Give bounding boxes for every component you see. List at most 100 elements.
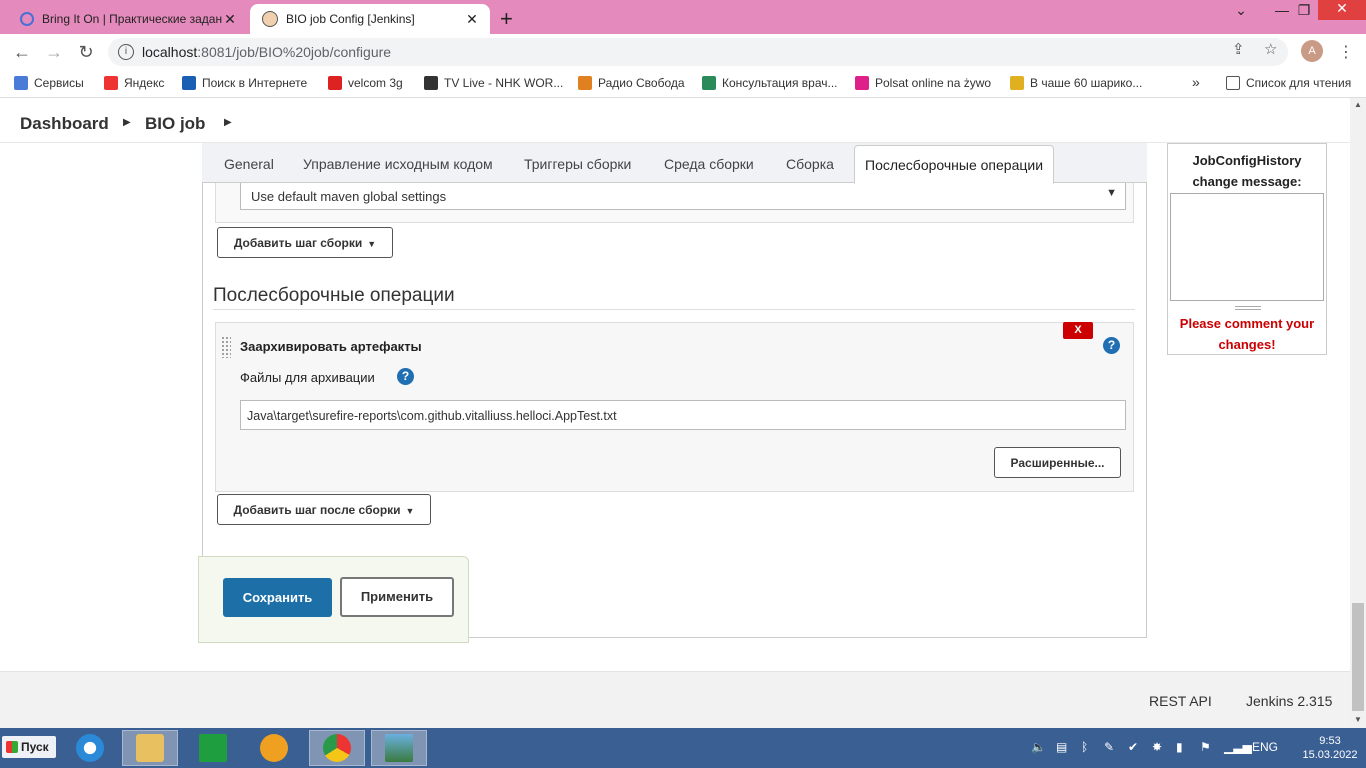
- page-footer: [0, 671, 1350, 728]
- tray-check-icon[interactable]: ✔: [1128, 740, 1138, 754]
- bluetooth-icon[interactable]: ᛒ: [1081, 740, 1088, 754]
- delete-step-button[interactable]: X: [1063, 322, 1093, 339]
- browser-tab-jenkins[interactable]: BIO job Config [Jenkins] ✕: [250, 4, 490, 34]
- add-build-step-button[interactable]: Добавить шаг сборки ▼: [217, 227, 393, 258]
- back-arrow-icon[interactable]: ←: [10, 40, 34, 64]
- bookmark-services[interactable]: Сервисы: [14, 76, 84, 90]
- bookmark-v-chashe[interactable]: В чаше 60 шарико...: [1010, 76, 1142, 90]
- resize-grip-icon[interactable]: [1235, 306, 1261, 310]
- tab-close-icon[interactable]: ✕: [222, 11, 238, 28]
- apply-button[interactable]: Применить: [340, 577, 454, 617]
- url-text: localhost:8081/job/BIO%20job/configure: [142, 44, 392, 60]
- bookmark-search[interactable]: Поиск в Интернете: [182, 76, 307, 90]
- tab-general[interactable]: General: [224, 156, 274, 172]
- bookmark-polsat[interactable]: Polsat online na żywo: [855, 76, 991, 90]
- reading-list[interactable]: Список для чтения: [1226, 76, 1351, 90]
- tab-close-icon[interactable]: ✕: [464, 11, 480, 28]
- help-icon[interactable]: ?: [397, 368, 414, 385]
- scroll-thumb[interactable]: [1352, 603, 1364, 711]
- bookmark-nhk[interactable]: TV Live - NHK WOR...: [424, 76, 563, 90]
- polsat-icon: [855, 76, 869, 90]
- tab-build-triggers[interactable]: Триггеры сборки: [524, 156, 631, 172]
- scroll-up-icon[interactable]: ▲: [1352, 100, 1364, 109]
- bookmark-consultation[interactable]: Консультация врач...: [702, 76, 838, 90]
- signal-icon[interactable]: ▁▃▅: [1224, 740, 1252, 754]
- tray-security-icon[interactable]: ✸: [1152, 740, 1162, 754]
- advanced-button[interactable]: Расширенные...: [994, 447, 1121, 478]
- tray-flag-icon[interactable]: ⚑: [1200, 740, 1211, 754]
- start-label: Пуск: [21, 740, 49, 754]
- tab-post-build[interactable]: Послесборочные операции: [854, 145, 1055, 184]
- maven-global-settings-select[interactable]: Use default maven global settings ▼: [240, 183, 1126, 210]
- circle-favicon-icon: [20, 12, 34, 26]
- caret-down-icon: ▼: [405, 505, 415, 516]
- rest-api-link[interactable]: REST API: [1149, 693, 1212, 709]
- bookmarks-more-button[interactable]: »: [1192, 74, 1200, 90]
- warning-line: changes!: [1218, 337, 1276, 352]
- windows-flag-icon: [6, 741, 18, 753]
- clock-date: 15.03.2022: [1302, 749, 1358, 761]
- post-build-section-title: Послесборочные операции: [213, 285, 455, 306]
- browser-tab-bring-it-on[interactable]: Bring It On | Практические задания ✕: [8, 4, 248, 34]
- archive-step-title: Заархивировать артефакты: [240, 339, 422, 354]
- comment-warning: Please comment your changes!: [1167, 313, 1327, 355]
- tab-title: BIO job Config [Jenkins]: [286, 12, 415, 26]
- chevron-down-icon: ▼: [1106, 187, 1117, 199]
- bookmark-velcom[interactable]: velcom 3g: [328, 76, 403, 90]
- title-line: change message:: [1192, 174, 1302, 189]
- clock-time: 9:53: [1319, 735, 1341, 747]
- radio-icon: [578, 76, 592, 90]
- address-bar: ← → ↻ i localhost:8081/job/BIO%20job/con…: [0, 34, 1366, 70]
- button-label: Добавить шаг после сборки: [233, 503, 401, 517]
- menu-kebab-icon[interactable]: ⋮: [1338, 42, 1354, 62]
- drag-handle-icon[interactable]: [221, 336, 231, 358]
- profile-avatar[interactable]: A: [1301, 40, 1323, 62]
- tray-battery-icon[interactable]: ▮: [1176, 740, 1183, 754]
- breadcrumb-arrow-icon[interactable]: ▶: [224, 117, 232, 128]
- share-icon[interactable]: ⇪: [1232, 40, 1245, 58]
- jenkins-version-link[interactable]: Jenkins 2.315: [1246, 693, 1332, 709]
- huawei-icon: [328, 76, 342, 90]
- breadcrumb-dashboard[interactable]: Dashboard: [20, 114, 109, 134]
- photo-viewer-icon: [385, 734, 413, 762]
- tab-title: Bring It On | Практические задания: [42, 12, 222, 26]
- bookmark-yandex[interactable]: Яндекс: [104, 76, 164, 90]
- store-icon[interactable]: [199, 734, 227, 762]
- key-icon: [1010, 76, 1024, 90]
- volume-icon[interactable]: 🔈: [1031, 740, 1046, 754]
- forward-arrow-icon[interactable]: →: [42, 40, 66, 64]
- files-to-archive-input[interactable]: Java\target\surefire-reports\com.github.…: [240, 400, 1126, 430]
- tray-app-icon[interactable]: ✎: [1104, 740, 1114, 754]
- scroll-down-icon[interactable]: ▼: [1352, 715, 1364, 724]
- help-icon[interactable]: ?: [1103, 337, 1120, 354]
- vpn-icon[interactable]: [260, 734, 288, 762]
- tab-scm[interactable]: Управление исходным кодом: [303, 156, 493, 172]
- select-value: Use default maven global settings: [251, 189, 447, 204]
- breadcrumb-arrow-icon[interactable]: ▶: [123, 117, 131, 128]
- site-info-icon[interactable]: i: [118, 44, 134, 60]
- change-message-textarea[interactable]: [1170, 193, 1324, 301]
- tab-build-environment[interactable]: Среда сборки: [664, 156, 754, 172]
- tab-build[interactable]: Сборка: [786, 156, 834, 172]
- start-button[interactable]: Пуск: [2, 736, 56, 758]
- job-config-history-title: JobConfigHistory change message:: [1167, 150, 1327, 192]
- medical-icon: [702, 76, 716, 90]
- config-tab-bar: General Управление исходным кодом Тригге…: [202, 143, 1147, 184]
- system-clock[interactable]: 9:53 15.03.2022: [1300, 734, 1360, 762]
- url-omnibox[interactable]: i localhost:8081/job/BIO%20job/configure: [108, 38, 1288, 66]
- bookmark-radio-svoboda[interactable]: Радио Свобода: [578, 76, 685, 90]
- tab-search-icon[interactable]: ⌄: [1221, 2, 1261, 19]
- window-close-button[interactable]: ✕: [1318, 0, 1366, 20]
- breadcrumb: Dashboard ▶ BIO job ▶: [0, 103, 1366, 143]
- reload-icon[interactable]: ↻: [74, 40, 98, 64]
- network-icon[interactable]: ▤: [1056, 740, 1067, 754]
- save-button[interactable]: Сохранить: [223, 578, 332, 617]
- browser-tab-strip: Bring It On | Практические задания ✕ BIO…: [0, 0, 1366, 34]
- breadcrumb-job[interactable]: BIO job: [145, 114, 205, 134]
- internet-explorer-icon[interactable]: [76, 734, 104, 762]
- bookmark-star-icon[interactable]: ☆: [1264, 40, 1277, 58]
- new-tab-button[interactable]: +: [500, 6, 513, 32]
- add-post-build-step-button[interactable]: Добавить шаг после сборки ▼: [217, 494, 431, 525]
- title-line: JobConfigHistory: [1192, 153, 1302, 168]
- language-indicator[interactable]: ENG: [1252, 740, 1278, 754]
